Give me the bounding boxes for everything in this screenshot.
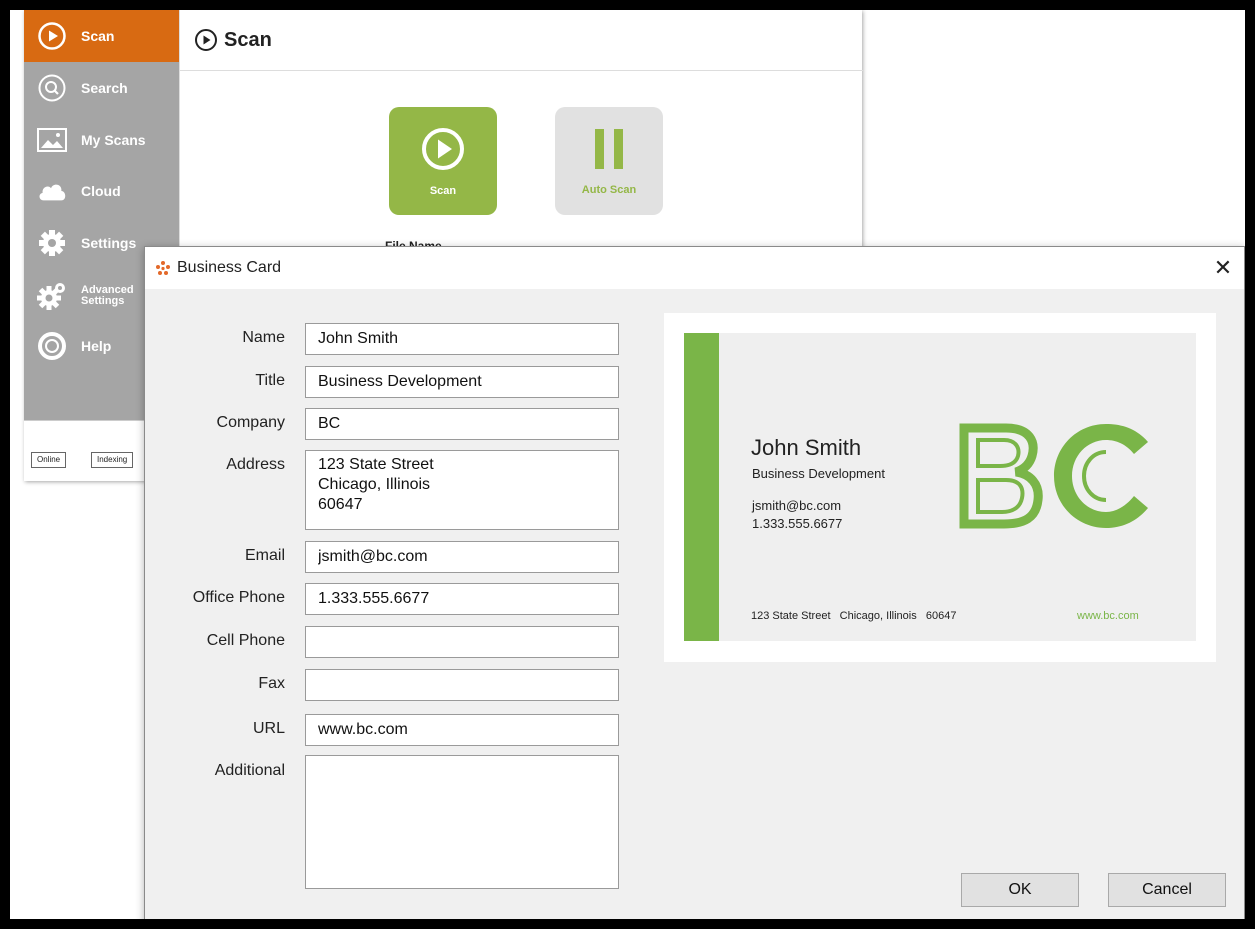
office-phone-field[interactable] <box>305 583 619 615</box>
sidebar-item-label: Advanced Settings <box>81 284 134 307</box>
scan-button-label: Scan <box>429 184 457 197</box>
lifebuoy-icon <box>37 331 67 361</box>
gear-icon <box>37 228 67 258</box>
url-label: URL <box>252 720 285 737</box>
main-header: Scan <box>180 10 863 71</box>
pause-icon <box>592 127 626 174</box>
play-circle-icon <box>37 21 67 51</box>
dialog-titlebar: Business Card ✕ <box>145 247 1244 289</box>
sidebar-item-scan[interactable]: Scan <box>24 10 179 62</box>
fax-label: Fax <box>258 675 285 692</box>
auto-scan-button-label: Auto Scan <box>581 183 637 196</box>
sidebar-item-cloud[interactable]: Cloud <box>24 166 179 216</box>
sidebar-item-search[interactable]: Search <box>24 63 179 113</box>
cell-phone-label: Cell Phone <box>206 632 285 649</box>
email-field[interactable] <box>305 541 619 573</box>
play-circle-icon <box>420 126 466 175</box>
bc-logo <box>956 420 1156 537</box>
name-label: Name <box>242 329 285 346</box>
card-email: jsmith@bc.com <box>752 498 842 513</box>
sidebar-item-label: Settings <box>81 235 137 251</box>
additional-field[interactable] <box>305 755 619 889</box>
sidebar-item-label: My Scans <box>81 132 146 148</box>
sidebar-item-label: Scan <box>81 28 115 44</box>
card-url: www.bc.com <box>1077 610 1139 622</box>
cancel-button[interactable]: Cancel <box>1108 873 1226 907</box>
title-field[interactable] <box>305 366 619 398</box>
card-stripe <box>684 333 719 641</box>
card-preview-panel: John Smith Business Development jsmith@b… <box>664 313 1216 662</box>
cloud-icon <box>37 176 67 206</box>
card-title: Business Development <box>752 466 885 481</box>
company-field[interactable] <box>305 408 619 440</box>
sidebar-item-label: Help <box>81 338 112 354</box>
title-label: Title <box>255 372 285 389</box>
card-phone: 1.333.555.6677 <box>752 516 843 531</box>
company-label: Company <box>216 414 285 431</box>
email-label: Email <box>244 547 285 564</box>
close-button[interactable]: ✕ <box>1206 251 1240 285</box>
card-address: 123 State Street Chicago, Illinois 60647 <box>751 610 957 622</box>
cell-phone-field[interactable] <box>305 626 619 658</box>
additional-label: Additional <box>214 762 285 779</box>
scan-button[interactable]: Scan <box>389 107 497 215</box>
image-icon <box>37 125 67 155</box>
url-field[interactable] <box>305 714 619 746</box>
app-logo-icon <box>155 260 171 276</box>
indexing-status[interactable]: Indexing <box>91 452 134 468</box>
address-label: Address <box>226 456 285 473</box>
office-phone-label: Office Phone <box>192 589 285 606</box>
page-title: Scan <box>224 28 272 51</box>
auto-scan-button[interactable]: Auto Scan <box>555 107 663 215</box>
sidebar-item-label: Cloud <box>81 183 121 199</box>
name-field[interactable] <box>305 323 619 355</box>
card-name: John Smith <box>751 435 862 460</box>
ok-button[interactable]: OK <box>961 873 1079 907</box>
address-field[interactable]: 123 State Street Chicago, Illinois 60647 <box>305 450 619 530</box>
sidebar-item-label: Search <box>81 80 128 96</box>
online-status[interactable]: Online <box>31 452 67 468</box>
search-icon <box>37 73 67 103</box>
business-card-dialog: Business Card ✕ Name Title Company Addre… <box>144 246 1245 919</box>
dialog-title: Business Card <box>177 259 282 276</box>
screen: Scan Search My Scans Cloud Settings Adva… <box>10 10 1245 919</box>
advanced-gear-icon <box>37 281 67 311</box>
business-card-image: John Smith Business Development jsmith@b… <box>684 333 1196 641</box>
play-circle-icon <box>194 28 218 52</box>
fax-field[interactable] <box>305 669 619 701</box>
sidebar-item-my-scans[interactable]: My Scans <box>24 115 179 165</box>
